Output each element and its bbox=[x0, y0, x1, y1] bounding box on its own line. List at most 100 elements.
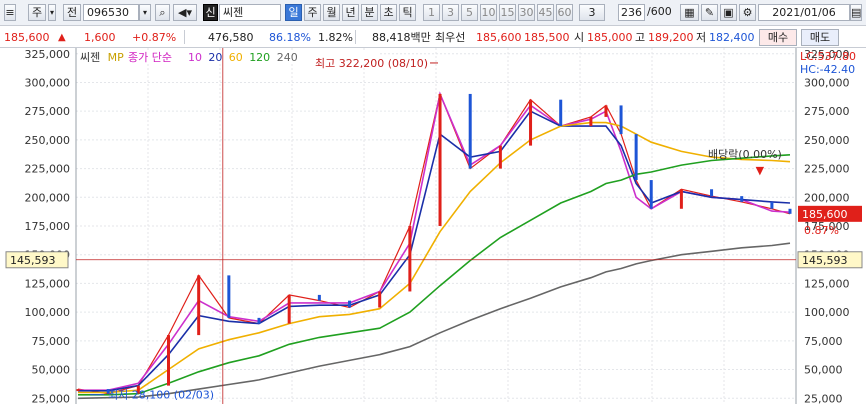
y-tick-left: 75,000 bbox=[32, 335, 71, 348]
y-tick-left: 50,000 bbox=[32, 364, 71, 377]
price-candle bbox=[287, 294, 291, 324]
price-candle bbox=[559, 99, 563, 127]
draw-icon[interactable]: ✎ bbox=[701, 4, 718, 21]
price-candle bbox=[634, 134, 638, 181]
tab-period-0[interactable]: 일 bbox=[285, 4, 302, 21]
low-price: 182,400 bbox=[709, 31, 755, 44]
dropdown-arrow-icon[interactable]: ▾ bbox=[139, 4, 151, 21]
quote-bar: 185,600 ▲ 1,600 +0.87% 476,580 86.18% 1.… bbox=[0, 27, 866, 48]
price-candle bbox=[529, 99, 533, 146]
calendar-icon[interactable]: ▤ bbox=[850, 4, 862, 21]
y-tick-left: 325,000 bbox=[25, 48, 71, 61]
y-tick-left: 225,000 bbox=[25, 163, 71, 176]
open-label: 시 bbox=[574, 31, 585, 44]
y-tick-left: 175,000 bbox=[25, 220, 71, 233]
grid-icon[interactable]: ▦ bbox=[680, 4, 699, 21]
price-candle bbox=[378, 291, 382, 308]
legend-item-4: 20 bbox=[208, 51, 222, 64]
minute-option-5[interactable]: 5 bbox=[461, 4, 478, 21]
jeon-button[interactable]: 전 bbox=[63, 4, 81, 21]
legend-item-7: 240 bbox=[277, 51, 298, 64]
market-badge: 신 bbox=[203, 4, 218, 21]
price-change-pct: +0.87% bbox=[132, 31, 177, 44]
price-candle bbox=[468, 93, 472, 169]
legend-item-3: 10 bbox=[188, 51, 202, 64]
crosshair-label-right: 145,593 bbox=[802, 254, 848, 267]
price-candle bbox=[619, 105, 623, 135]
price-candle bbox=[498, 145, 502, 169]
price-candle bbox=[317, 294, 321, 301]
tab-period-1[interactable]: 주 bbox=[304, 4, 321, 21]
crosshair-label-left: 145,593 bbox=[10, 254, 56, 267]
y-tick-right: 50,000 bbox=[804, 364, 843, 377]
minute-option-60[interactable]: 60 bbox=[556, 4, 573, 21]
tab-period-6[interactable]: 틱 bbox=[399, 4, 416, 21]
price-candle bbox=[76, 389, 80, 392]
price-candle bbox=[438, 93, 442, 226]
interval-select[interactable]: 3 bbox=[579, 4, 605, 21]
volume: 476,580 bbox=[208, 31, 254, 44]
low-label: 저 bbox=[696, 31, 707, 44]
price-candle bbox=[257, 317, 261, 324]
y-tick-left: 250,000 bbox=[25, 134, 71, 147]
date-input[interactable]: 2021/01/06 bbox=[758, 4, 850, 21]
minute-option-3[interactable]: 3 bbox=[442, 4, 459, 21]
quote-label: 최우선 bbox=[435, 31, 466, 44]
tab-period-5[interactable]: 초 bbox=[380, 4, 397, 21]
y-tick-left: 200,000 bbox=[25, 191, 71, 204]
sell-button[interactable]: 매도 bbox=[801, 29, 839, 46]
code-input[interactable]: 096530 bbox=[83, 4, 139, 21]
rate: 1.82% bbox=[318, 31, 353, 44]
y-tick-right: 75,000 bbox=[804, 335, 843, 348]
minute-option-1[interactable]: 1 bbox=[423, 4, 440, 21]
high-label: 고 bbox=[635, 31, 646, 44]
y-tick-right: 125,000 bbox=[804, 277, 850, 290]
sound-icon[interactable]: ◀▾ bbox=[173, 4, 197, 21]
chevron-down-icon[interactable]: ▾ bbox=[48, 4, 56, 21]
current-pct-label: 0.87% bbox=[804, 224, 839, 237]
legend-item-1: MP bbox=[108, 51, 124, 64]
y-tick-right: 225,000 bbox=[804, 163, 850, 176]
search-icon[interactable]: ⌕ bbox=[155, 4, 170, 21]
price-candle bbox=[197, 275, 201, 336]
price-candle bbox=[604, 105, 608, 117]
price-candle bbox=[679, 189, 683, 209]
up-arrow-icon: ▲ bbox=[58, 32, 66, 43]
count-total: /600 bbox=[647, 5, 672, 18]
turnover-pct: 86.18% bbox=[269, 31, 311, 44]
open-price: 185,000 bbox=[587, 31, 633, 44]
minute-option-45[interactable]: 45 bbox=[537, 4, 554, 21]
price-candle bbox=[710, 189, 714, 197]
price-change: 1,600 bbox=[84, 31, 116, 44]
tab-period-3[interactable]: 년 bbox=[342, 4, 359, 21]
price-candle bbox=[770, 201, 774, 209]
legend-item-5: 60 bbox=[229, 51, 243, 64]
settings-icon[interactable]: ⚙ bbox=[739, 4, 756, 21]
legend-item-6: 120 bbox=[249, 51, 270, 64]
price-candle bbox=[348, 300, 352, 308]
high-price: 189,200 bbox=[648, 31, 694, 44]
annotation-low: 최저 28,100 (02/03) bbox=[108, 389, 214, 402]
minute-option-30[interactable]: 30 bbox=[518, 4, 535, 21]
toolbar: ≡ 주 ▾ 전 096530 ▾ ⌕ ◀▾ 신 씨젠 일 주 월 년 분 초 틱 1 3 5 10 1… bbox=[0, 0, 866, 26]
minute-option-10[interactable]: 10 bbox=[480, 4, 497, 21]
ask-price: 185,600 bbox=[476, 31, 522, 44]
buy-button[interactable]: 매수 bbox=[759, 29, 797, 46]
minute-option-15[interactable]: 15 bbox=[499, 4, 516, 21]
tab-period-2[interactable]: 월 bbox=[323, 4, 340, 21]
annotation-dividend: 배당락(0.00%) bbox=[708, 148, 782, 161]
stock-name[interactable]: 씨젠 bbox=[219, 4, 281, 21]
menu-button[interactable]: 주 bbox=[28, 4, 46, 21]
count-input[interactable]: 236 bbox=[618, 4, 645, 21]
menu-icon[interactable]: ≡ bbox=[4, 4, 16, 21]
y-tick-right: 250,000 bbox=[804, 134, 850, 147]
price-chart[interactable]: 325,000 325,000300,000 300,000275,000 275,0… bbox=[0, 48, 866, 404]
price-candle bbox=[227, 275, 231, 318]
save-icon[interactable]: ▣ bbox=[720, 4, 737, 21]
y-tick-right: 300,000 bbox=[804, 76, 850, 89]
legend-item-0: 씨젠 bbox=[80, 51, 100, 64]
lc-label: LC:537.80 bbox=[800, 50, 856, 63]
amount: 88,418백만 bbox=[372, 31, 431, 44]
y-tick-right: 275,000 bbox=[804, 105, 850, 118]
tab-period-4[interactable]: 분 bbox=[361, 4, 378, 21]
